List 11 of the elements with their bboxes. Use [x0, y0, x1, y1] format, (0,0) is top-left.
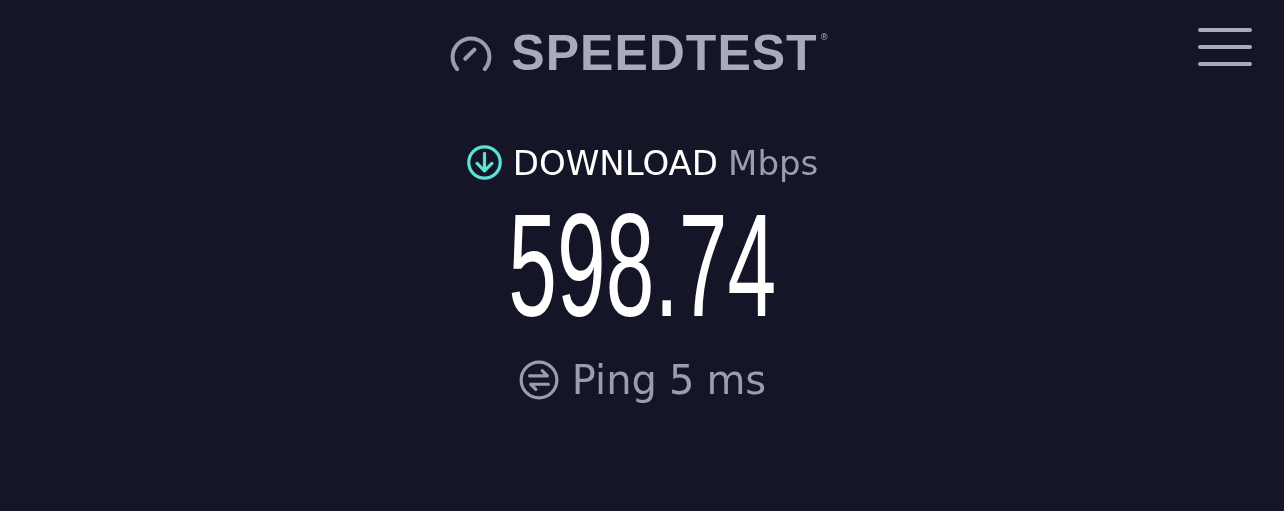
ping-value: 5	[668, 360, 695, 400]
menu-icon	[1198, 27, 1252, 67]
download-label: DOWNLOAD	[512, 145, 719, 180]
logo-text: SPEEDTEST	[511, 28, 818, 78]
registered-mark: ®	[819, 32, 829, 42]
download-icon	[465, 144, 503, 181]
ping-icon	[517, 359, 560, 401]
ping-unit: ms	[706, 360, 767, 400]
menu-button[interactable]	[1198, 27, 1252, 67]
unit-label: Mbps	[728, 145, 819, 180]
download-speed-value: 598.74	[508, 193, 776, 339]
